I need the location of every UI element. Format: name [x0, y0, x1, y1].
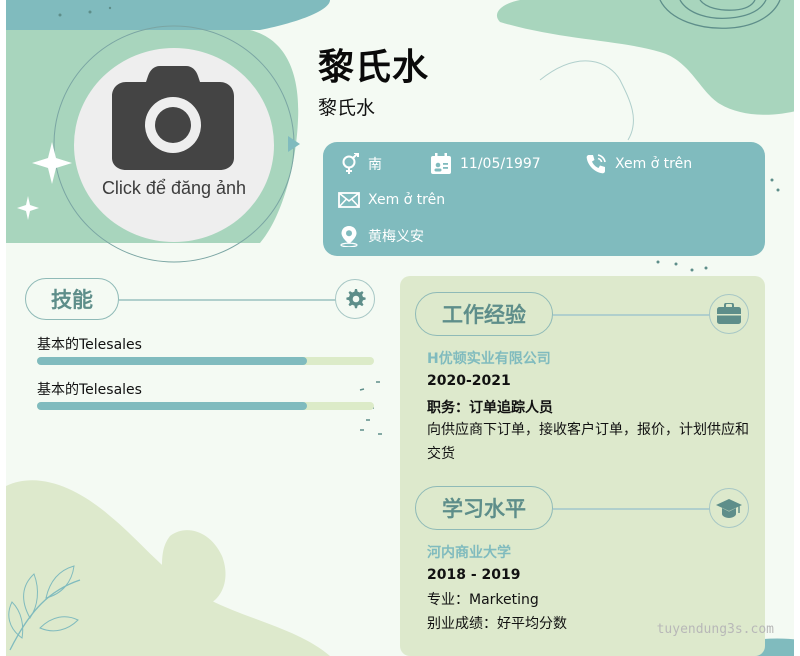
watermark: tuyendung3s.com — [656, 622, 774, 637]
skills-icon-badge — [335, 279, 375, 319]
graduation-grade: 别业成绩：好平均分数 — [427, 616, 567, 632]
calendar-icon — [431, 153, 451, 174]
education-divider — [553, 508, 711, 510]
birthday-value: 11/05/1997 — [460, 156, 541, 172]
skills-divider — [119, 299, 337, 301]
camera-icon — [112, 66, 234, 170]
location-icon — [340, 226, 358, 247]
skill-label: 基本的Telesales — [37, 337, 142, 353]
birthday-item: 11/05/1997 — [430, 153, 541, 175]
full-name: 黎氏水 — [318, 47, 430, 88]
mail-icon — [338, 192, 360, 208]
school-name: 河内商业大学 — [427, 545, 511, 561]
experience-divider — [553, 314, 711, 316]
skill-bar — [37, 402, 374, 410]
major: 专业：Marketing — [427, 592, 539, 608]
address-value: 黄梅义安 — [368, 229, 424, 245]
gender-item: 南 — [338, 153, 382, 175]
phone-item: Xem ở trên — [585, 153, 692, 175]
job-description-line: 向供应商下订单，接收客户订单，报价，计划供应和 — [427, 422, 749, 438]
phone-value: Xem ở trên — [615, 156, 693, 172]
skill-bar — [37, 357, 374, 365]
experience-years: 2020-2021 — [427, 373, 511, 389]
briefcase-icon — [717, 303, 741, 324]
job-description-line: 交货 — [427, 446, 455, 462]
skill-bar-fill — [37, 402, 307, 410]
company-name: H优顿实业有限公司 — [427, 351, 551, 367]
email-value: Xem ở trên — [368, 192, 446, 208]
job-title: 职务：订单追踪人员 — [427, 400, 553, 416]
graduation-cap-icon — [716, 499, 742, 518]
address-item: 黄梅义安 — [338, 225, 424, 247]
gender-value: 南 — [368, 157, 382, 173]
gender-icon — [342, 153, 359, 174]
education-heading: 学习水平 — [415, 486, 553, 530]
education-icon-badge — [709, 488, 749, 528]
upload-photo-label[interactable]: Click để đăng ảnh — [74, 178, 274, 199]
gear-icon — [346, 289, 366, 309]
skill-label: 基本的Telesales — [37, 382, 142, 398]
contact-info-box: 南 11/05/1997 Xem ở trên Xem ở trên 黄梅义安 — [323, 142, 765, 256]
email-item: Xem ở trên — [338, 189, 445, 211]
name-subtitle: 黎氏水 — [318, 97, 376, 119]
education-years: 2018 - 2019 — [427, 567, 521, 583]
phone-icon — [586, 154, 606, 174]
skills-heading: 技能 — [25, 278, 119, 320]
cv-page: Click để đăng ảnh 黎氏水 黎氏水 南 11/05/1997 X… — [0, 0, 800, 656]
experience-icon-badge — [709, 294, 749, 334]
experience-heading: 工作经验 — [415, 292, 553, 336]
skill-bar-fill — [37, 357, 307, 365]
